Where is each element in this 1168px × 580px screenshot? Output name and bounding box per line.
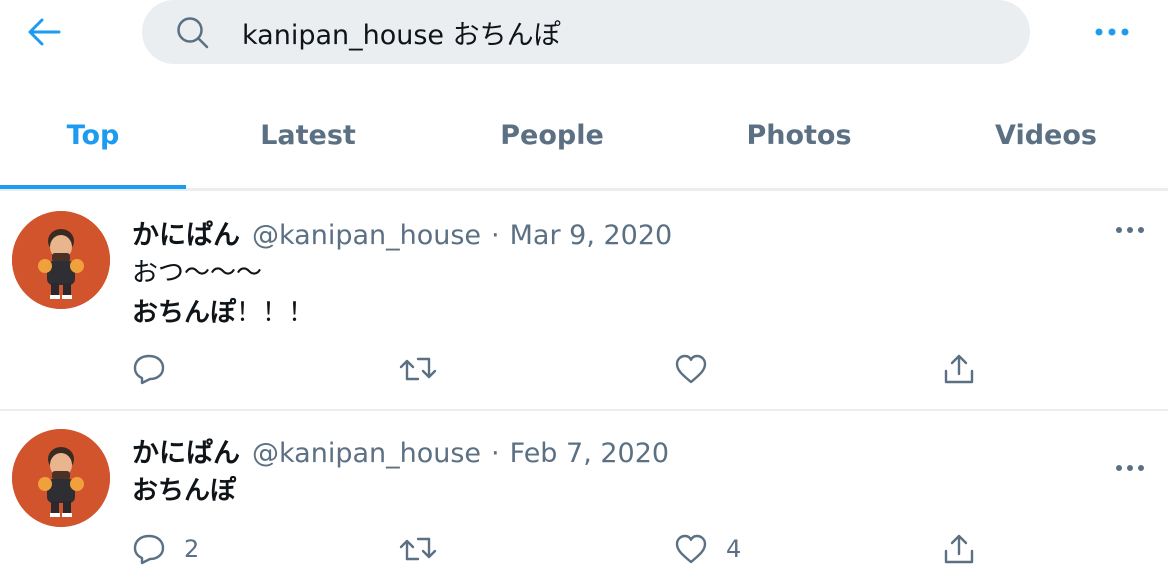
search-icon [177,17,209,49]
more-horizontal-icon [1116,465,1144,471]
tweet-header: かにぱん @kanipan_house · Mar 9, 2020 [132,213,672,253]
more-horizontal-icon [1116,227,1144,233]
heart-icon [675,354,707,384]
like-count: 4 [726,535,742,563]
share-icon [944,534,974,564]
share-button[interactable] [942,349,976,389]
tweet-more-button[interactable] [1108,453,1152,483]
avatar[interactable] [12,211,110,309]
share-icon [944,354,974,384]
more-options-button[interactable] [1092,16,1132,48]
more-horizontal-icon [1095,28,1129,36]
avatar-illustration [12,211,110,309]
tweet-date[interactable]: Mar 9, 2020 [510,220,673,251]
reply-button[interactable] [132,349,184,389]
tweet-line: おちんぽ [132,476,237,506]
heart-icon [675,534,707,564]
display-name[interactable]: かにぱん [132,213,240,252]
search-box[interactable] [142,0,1030,64]
tweet-header: かにぱん @kanipan_house · Feb 7, 2020 [132,431,669,471]
retweet-icon [399,537,437,561]
like-button[interactable] [674,349,726,389]
tweet-date[interactable]: Feb 7, 2020 [510,438,669,469]
tab-people[interactable]: People [430,84,674,186]
tab-top[interactable]: Top [0,84,186,189]
retweet-button[interactable] [398,349,456,389]
reply-button[interactable]: 2 [132,529,199,569]
share-button[interactable] [942,529,976,569]
tab-photos[interactable]: Photos [674,84,924,186]
tweet-line: おつ〜〜〜 [132,258,263,288]
separator-dot: · [491,438,500,469]
user-handle[interactable]: @kanipan_house [252,438,481,469]
search-tabs: Top Latest People Photos Videos [0,84,1168,191]
tweet[interactable]: かにぱん @kanipan_house · Mar 9, 2020 おつ〜〜〜 … [0,191,1168,411]
retweet-button[interactable] [398,529,456,569]
tweet-text: おちんぽ [132,471,236,511]
search-input[interactable] [242,10,1002,54]
retweet-icon [399,357,437,381]
tweet-bold-text: おちんぽ [132,298,237,328]
tweet-actions: 2 4 [132,529,1032,569]
like-button[interactable]: 4 [674,529,741,569]
top-bar [0,0,1168,68]
reply-icon [133,534,165,565]
avatar-illustration [12,429,110,527]
display-name[interactable]: かにぱん [132,431,240,470]
avatar[interactable] [12,429,110,527]
reply-icon [133,354,165,385]
tab-videos[interactable]: Videos [924,84,1168,186]
reply-count: 2 [184,535,200,563]
tweet-line: おちんぽ！！！ [132,293,314,333]
tab-latest[interactable]: Latest [186,84,430,186]
tweet-actions [132,349,1032,389]
tweet-text: おつ〜〜〜 おちんぽ！！！ [132,253,314,333]
back-arrow-icon [28,18,61,46]
tweet-text-suffix: ！！！ [236,298,315,328]
back-button[interactable] [22,12,66,52]
user-handle[interactable]: @kanipan_house [252,220,481,251]
tweet[interactable]: かにぱん @kanipan_house · Feb 7, 2020 おちんぽ 2 [0,411,1168,580]
tweet-more-button[interactable] [1108,215,1152,245]
separator-dot: · [491,220,500,251]
